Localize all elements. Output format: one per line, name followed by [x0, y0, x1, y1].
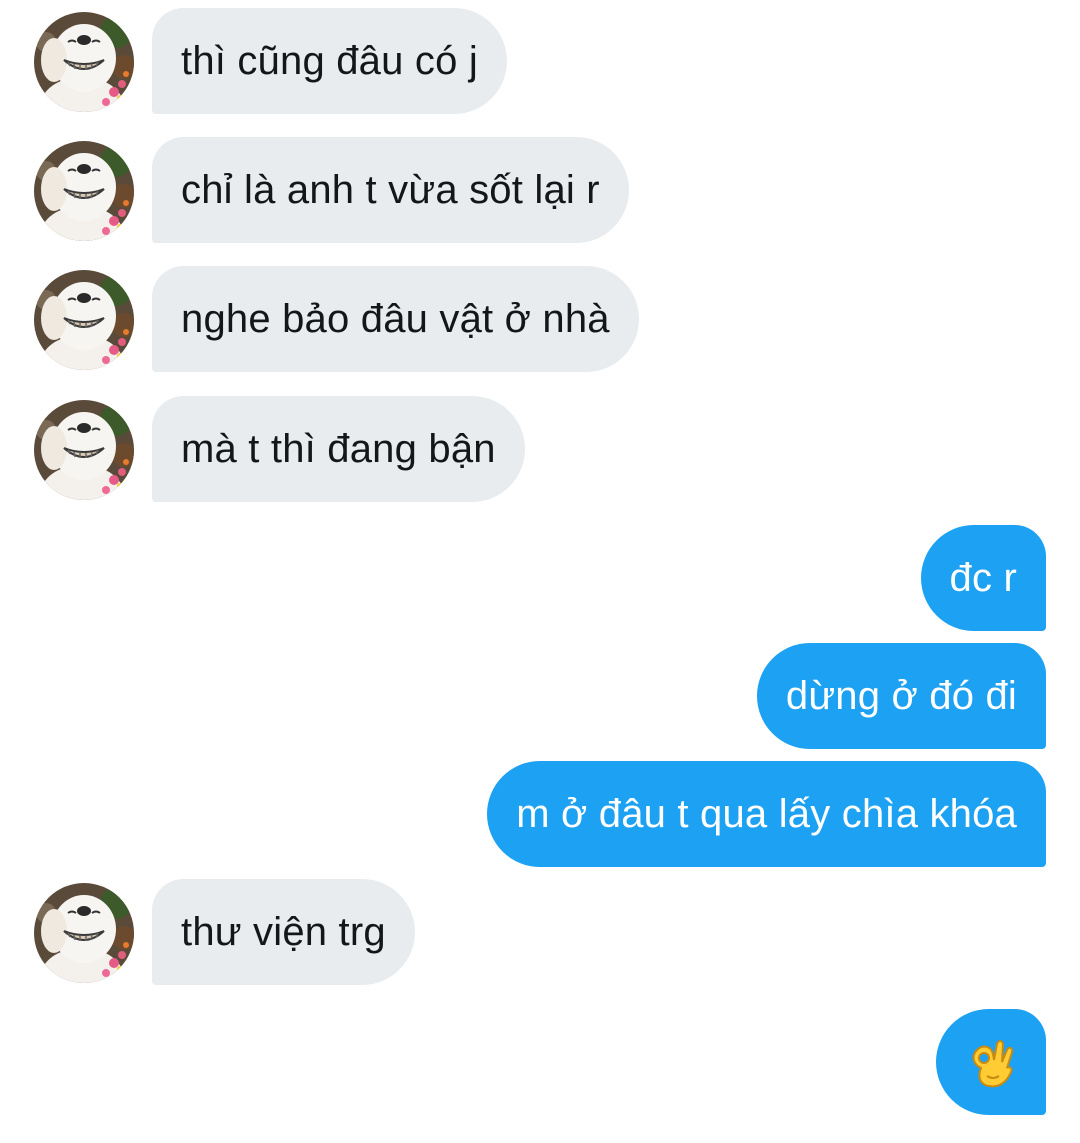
outgoing-message-bubble[interactable]: m ở đâu t qua lấy chìa khóa — [487, 761, 1046, 867]
outgoing-message-bubble[interactable]: đc r — [920, 525, 1046, 631]
contact-avatar[interactable] — [34, 12, 134, 112]
incoming-message-bubble[interactable]: chỉ là anh t vừa sốt lại r — [152, 137, 629, 243]
outgoing-emoji-bubble[interactable] — [936, 1009, 1046, 1115]
incoming-message-bubble[interactable]: nghe bảo đâu vật ở nhà — [152, 266, 639, 372]
incoming-message-bubble[interactable]: mà t thì đang bận — [152, 396, 525, 502]
contact-avatar[interactable] — [34, 883, 134, 983]
contact-avatar[interactable] — [34, 270, 134, 370]
ok-hand-icon — [972, 1040, 1014, 1088]
outgoing-message-bubble[interactable]: dừng ở đó đi — [756, 643, 1046, 749]
contact-avatar[interactable] — [34, 141, 134, 241]
contact-avatar[interactable] — [34, 400, 134, 500]
incoming-message-bubble[interactable]: thư viện trg — [152, 879, 415, 985]
incoming-message-bubble[interactable]: thì cũng đâu có j — [152, 8, 507, 114]
